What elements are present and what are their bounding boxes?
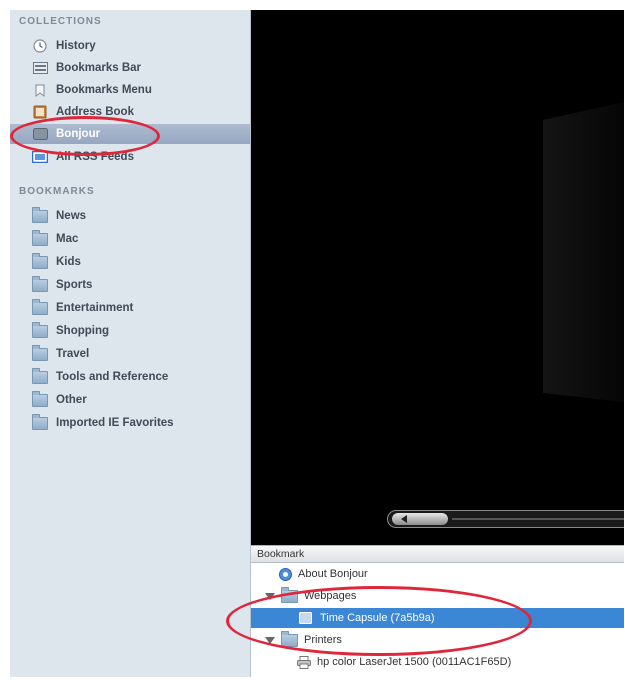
- sidebar-item-address-book[interactable]: Address Book: [32, 102, 248, 122]
- sidebar-item-imported-ie-favorites[interactable]: Imported IE Favorites: [32, 413, 248, 433]
- folder-icon: [32, 413, 48, 430]
- bonjour-icon: [279, 567, 292, 581]
- sidebar-item-label: Other: [56, 394, 87, 406]
- scrubber-knob[interactable]: [392, 513, 448, 525]
- sidebar-item-label: All RSS Feeds: [56, 151, 134, 163]
- sidebar-item-label: Bonjour: [56, 128, 101, 140]
- sidebar-item-kids[interactable]: Kids: [32, 252, 248, 272]
- bookmarks-menu-icon: [32, 84, 48, 97]
- sidebar-item-label: News: [56, 210, 87, 222]
- sidebar-item-label: Tools and Reference: [56, 371, 169, 383]
- bookmarks-bar-icon: [32, 62, 48, 75]
- bookmark-row-webpages[interactable]: Webpages: [251, 586, 624, 606]
- sidebar-item-label: Entertainment: [56, 302, 134, 314]
- sidebar-item-shopping[interactable]: Shopping: [32, 321, 248, 341]
- sidebar-item-label: Bookmarks Menu: [56, 84, 152, 96]
- bonjour-icon: [32, 128, 48, 141]
- folder-icon: [32, 275, 48, 292]
- folder-icon: [32, 229, 48, 246]
- folder-icon: [32, 344, 48, 361]
- sidebar-item-bookmarks-menu[interactable]: Bookmarks Menu: [32, 80, 248, 100]
- sidebar-item-label: History: [56, 40, 96, 52]
- rewind-icon: [401, 515, 407, 523]
- clock-icon: [32, 39, 48, 53]
- printer-icon: [297, 655, 311, 669]
- sidebar-item-label: Kids: [56, 256, 81, 268]
- bookmark-icon: [299, 612, 312, 624]
- collections-header: COLLECTIONS: [19, 16, 102, 27]
- bookmarks-header: BOOKMARKS: [19, 186, 95, 197]
- video-preview: [251, 10, 624, 545]
- sidebar-item-bonjour[interactable]: Bonjour: [10, 124, 250, 144]
- sidebar-item-tools-and-reference[interactable]: Tools and Reference: [32, 367, 248, 387]
- disclosure-triangle-open-icon[interactable]: [265, 636, 275, 644]
- sidebar-item-mac[interactable]: Mac: [32, 229, 248, 249]
- folder-icon: [32, 252, 48, 269]
- sidebar-item-bookmarks-bar[interactable]: Bookmarks Bar: [32, 58, 248, 78]
- disclosure-triangle-open-icon[interactable]: [265, 592, 275, 600]
- folder-icon: [281, 630, 298, 647]
- folder-icon: [32, 298, 48, 315]
- sidebar-item-label: Sports: [56, 279, 93, 291]
- sidebar-item-history[interactable]: History: [32, 36, 248, 56]
- folder-icon: [32, 390, 48, 407]
- scrubber-track: [452, 518, 624, 520]
- sidebar-item-label: Shopping: [56, 325, 110, 337]
- screen-edge: [543, 102, 624, 402]
- folder-icon: [32, 206, 48, 223]
- sidebar-item-label: Address Book: [56, 106, 134, 118]
- sidebar-item-sports[interactable]: Sports: [32, 275, 248, 295]
- rss-icon: [32, 151, 48, 164]
- sidebar-item-label: Mac: [56, 233, 79, 245]
- sidebar-item-other[interactable]: Other: [32, 390, 248, 410]
- bookmark-row-label: Printers: [304, 634, 342, 646]
- video-scrubber[interactable]: [387, 510, 624, 528]
- bookmark-row-printer[interactable]: hp color LaserJet 1500 (0011AC1F65D): [251, 652, 624, 672]
- bookmark-row-time-capsule[interactable]: Time Capsule (7a5b9a): [251, 608, 624, 628]
- bookmark-list: Bookmark About Bonjour Webpages Time Cap…: [251, 545, 624, 677]
- bookmark-row-about-bonjour[interactable]: About Bonjour: [251, 564, 624, 584]
- bookmark-column-header[interactable]: Bookmark: [251, 546, 624, 563]
- bookmark-row-printers[interactable]: Printers: [251, 630, 624, 650]
- bookmark-row-label: Webpages: [304, 590, 357, 602]
- bookmark-row-label: Time Capsule (7a5b9a): [320, 612, 435, 624]
- folder-icon: [32, 321, 48, 338]
- address-book-icon: [32, 105, 48, 119]
- sidebar-item-entertainment[interactable]: Entertainment: [32, 298, 248, 318]
- folder-icon: [281, 586, 298, 603]
- bookmark-row-label: About Bonjour: [298, 568, 368, 580]
- sidebar-item-label: Imported IE Favorites: [56, 417, 174, 429]
- sidebar: COLLECTIONS History Bookmarks Bar Bookma…: [10, 10, 251, 677]
- bookmarks-window: COLLECTIONS History Bookmarks Bar Bookma…: [10, 10, 624, 677]
- folder-icon: [32, 367, 48, 384]
- sidebar-item-label: Travel: [56, 348, 90, 360]
- sidebar-item-label: Bookmarks Bar: [56, 62, 142, 74]
- sidebar-item-all-rss-feeds[interactable]: All RSS Feeds: [32, 147, 248, 167]
- sidebar-item-travel[interactable]: Travel: [32, 344, 248, 364]
- bookmark-row-label: hp color LaserJet 1500 (0011AC1F65D): [317, 656, 512, 668]
- sidebar-item-news[interactable]: News: [32, 206, 248, 226]
